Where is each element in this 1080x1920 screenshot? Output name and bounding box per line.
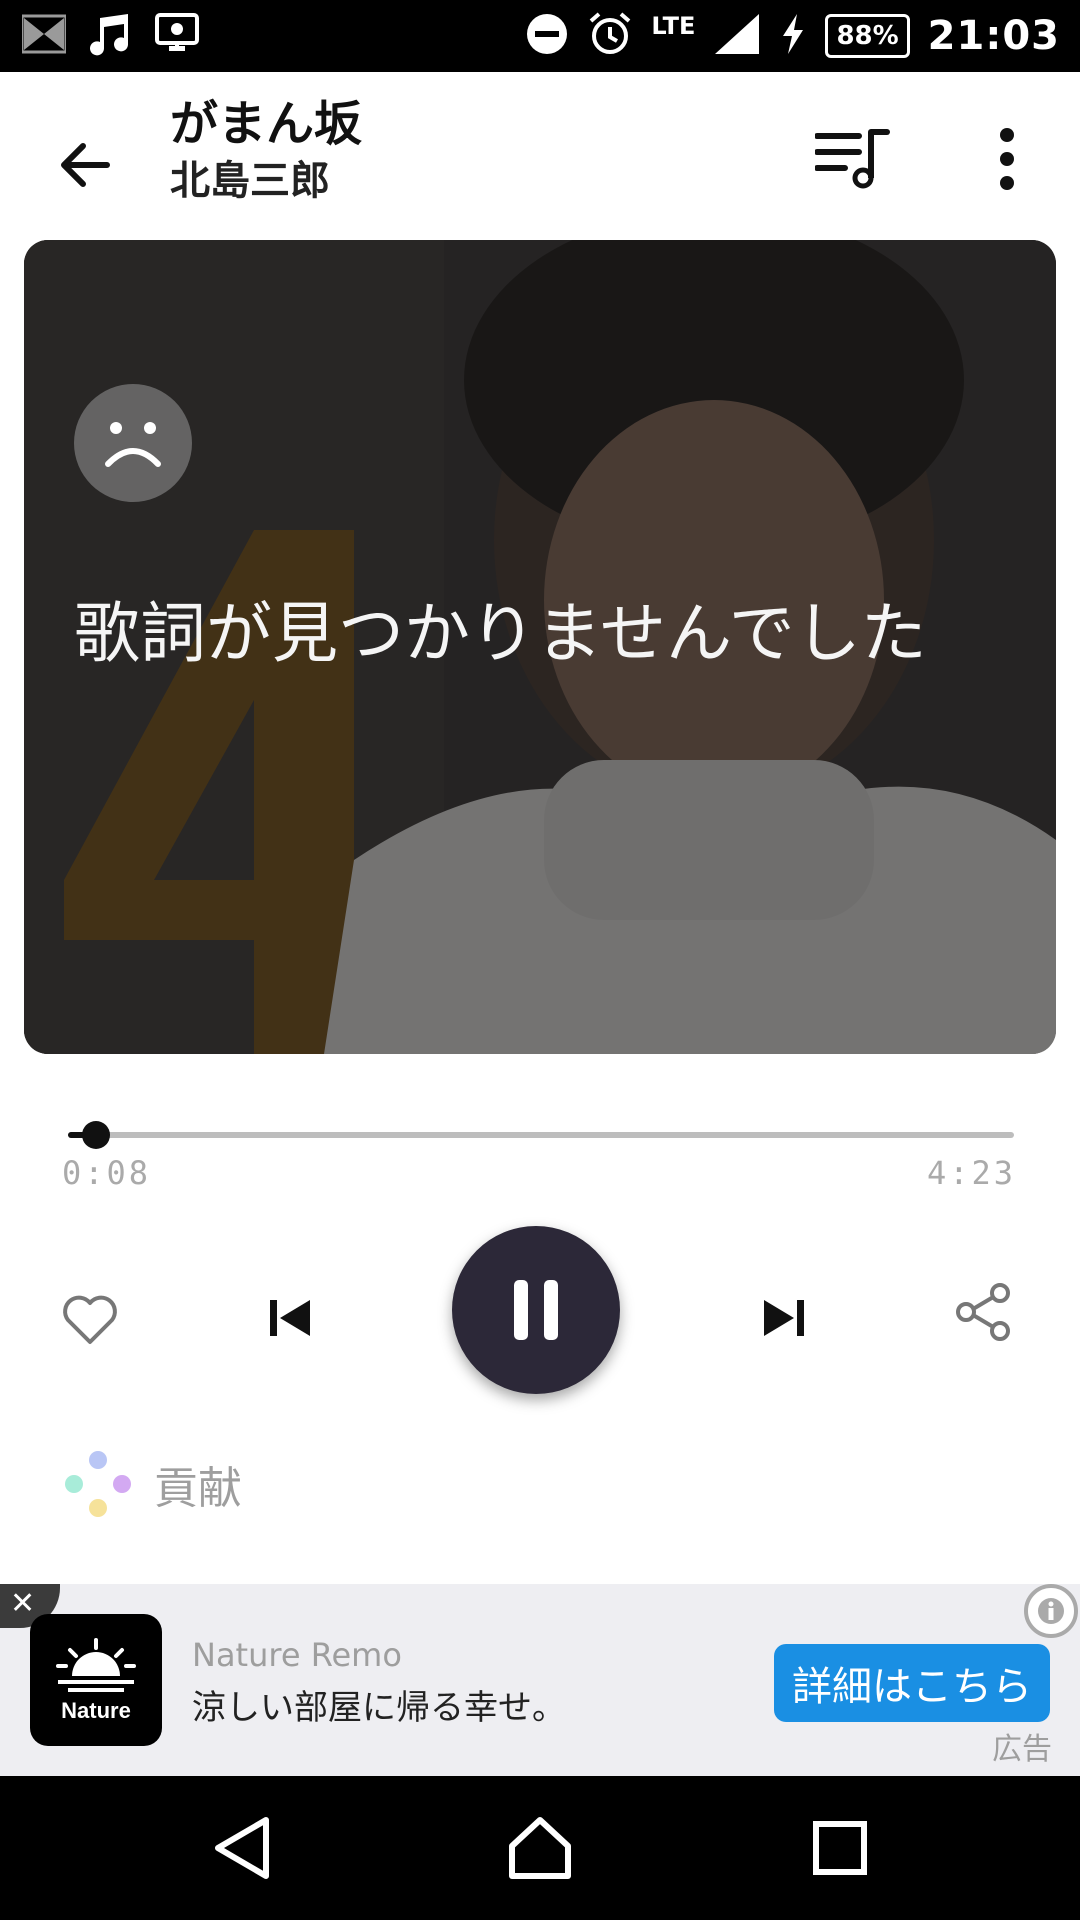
queue-music-icon — [815, 129, 890, 189]
contribute-button[interactable]: 貢献 — [62, 1448, 242, 1520]
status-bar: LTE 88% 21:03 — [0, 0, 1080, 72]
seek-bar-track[interactable] — [68, 1132, 1014, 1138]
nav-home-button[interactable] — [492, 1800, 588, 1896]
more-options-button[interactable] — [962, 114, 1052, 204]
elapsed-time: 0:08 — [62, 1154, 152, 1192]
tv-icon — [20, 14, 68, 58]
ad-brand: Nature Remo — [192, 1636, 402, 1674]
album-art-card: 歌詞が見つかりませんでした — [24, 240, 1056, 1054]
status-left-icons — [20, 12, 200, 60]
skip-next-icon — [764, 1300, 804, 1336]
contribute-dots-icon — [65, 1451, 131, 1517]
sad-face-icon — [74, 384, 192, 502]
status-right-icons: LTE 88% 21:03 — [525, 8, 1060, 64]
system-nav-bar — [0, 1776, 1080, 1920]
artist-name: 北島三郎 — [170, 158, 330, 204]
total-time: 4:23 — [926, 1154, 1016, 1192]
sunrise-icon — [56, 1638, 136, 1692]
info-icon — [1038, 1598, 1064, 1624]
battery-level: 88% — [825, 14, 910, 58]
contribute-label: 貢献 — [154, 1463, 242, 1514]
ad-label: 広告 — [992, 1732, 1052, 1767]
share-icon — [956, 1283, 1010, 1341]
arrow-back-icon — [61, 143, 110, 187]
more-vert-icon — [1000, 128, 1014, 190]
nav-recents-button[interactable] — [792, 1800, 888, 1896]
lyrics-not-found-message: 歌詞が見つかりませんでした — [74, 595, 927, 672]
app-bar: がまん坂 北島三郎 — [0, 72, 1080, 240]
ad-copy: 涼しい部屋に帰る幸せ。 — [192, 1688, 566, 1728]
heart-outline-icon — [63, 1295, 117, 1344]
pause-button[interactable] — [452, 1226, 620, 1394]
ad-logo-text: Nature — [61, 1698, 131, 1723]
ad-info-button[interactable] — [1024, 1584, 1078, 1638]
like-button[interactable] — [50, 1280, 130, 1360]
network-type: LTE — [651, 12, 696, 40]
share-button[interactable] — [944, 1272, 1024, 1352]
ad-banner[interactable]: ✕ Nature Nature Remo 涼しい部屋に帰る幸せ。 詳細はこちら … — [0, 1584, 1080, 1776]
skip-previous-icon — [270, 1300, 310, 1336]
clock: 21:03 — [927, 13, 1060, 59]
cast-icon — [154, 12, 200, 60]
recents-square-icon — [813, 1821, 867, 1875]
charging-icon — [779, 12, 807, 60]
pause-icon — [514, 1280, 558, 1340]
previous-track-button[interactable] — [250, 1278, 330, 1358]
alarm-icon — [587, 11, 633, 61]
ad-app-logo[interactable]: Nature — [30, 1614, 162, 1746]
next-track-button[interactable] — [744, 1278, 824, 1358]
music-note-icon — [88, 12, 132, 60]
nav-back-button[interactable] — [194, 1800, 290, 1896]
queue-button[interactable] — [808, 114, 898, 204]
home-icon — [509, 1817, 571, 1879]
do-not-disturb-icon — [525, 12, 569, 60]
back-button[interactable] — [40, 120, 130, 210]
signal-icon — [713, 12, 761, 60]
ad-cta-button[interactable]: 詳細はこちら — [774, 1644, 1050, 1722]
seek-bar-thumb[interactable] — [82, 1121, 110, 1149]
triangle-back-icon — [215, 1817, 269, 1879]
song-title: がまん坂 — [170, 96, 363, 152]
